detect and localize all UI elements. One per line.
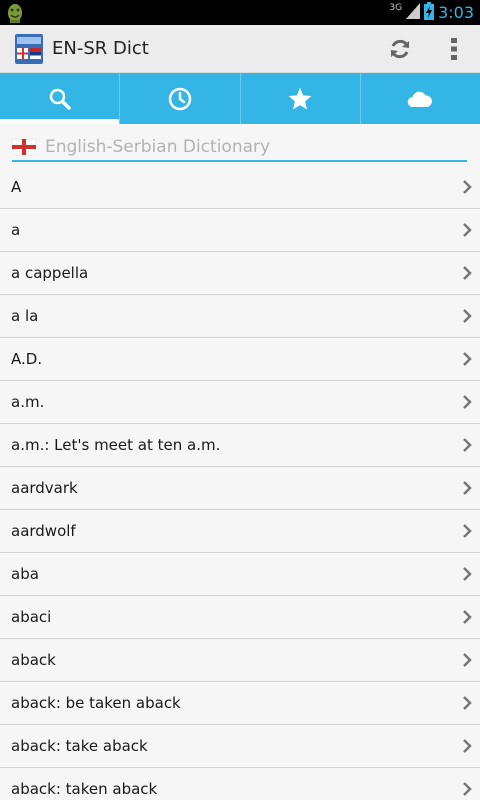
uk-flag-icon <box>11 138 37 156</box>
chevron-right-icon <box>463 309 472 323</box>
word-label: A.D. <box>11 350 43 368</box>
clock: 3:03 <box>438 3 474 22</box>
chevron-right-icon <box>463 696 472 710</box>
tab-history[interactable] <box>120 73 241 124</box>
cloud-icon <box>408 91 433 107</box>
word-label: aardwolf <box>11 522 76 540</box>
refresh-icon <box>391 39 409 59</box>
app-title: EN-SR Dict <box>52 38 149 59</box>
star-icon <box>288 87 312 110</box>
chevron-right-icon <box>463 438 472 452</box>
list-item[interactable]: aback: take aback <box>0 725 480 768</box>
search-field[interactable] <box>11 134 467 162</box>
word-label: aback <box>11 651 56 669</box>
chevron-right-icon <box>463 653 472 667</box>
chevron-right-icon <box>463 739 472 753</box>
chevron-right-icon <box>463 266 472 280</box>
list-item[interactable]: aback: taken aback <box>0 768 480 800</box>
list-item[interactable]: a la <box>0 295 480 338</box>
tab-search[interactable] <box>0 73 121 124</box>
word-label: A <box>11 178 22 196</box>
list-item[interactable]: aardvark <box>0 467 480 510</box>
android-notification-icon <box>6 2 24 23</box>
word-label: a.m. <box>11 393 45 411</box>
list-item[interactable]: A.D. <box>0 338 480 381</box>
chevron-right-icon <box>463 180 472 194</box>
word-label: aardvark <box>11 479 78 497</box>
word-label: aback: taken aback <box>11 780 158 798</box>
refresh-button[interactable] <box>372 25 428 73</box>
status-icons: 3G 3:03 <box>389 0 474 25</box>
tab-bar <box>0 73 480 124</box>
word-label: a.m.: Let's meet at ten a.m. <box>11 436 221 454</box>
word-label: aback: be taken aback <box>11 694 181 712</box>
tab-cloud[interactable] <box>361 73 480 124</box>
battery-charging-icon <box>424 1 435 24</box>
chevron-right-icon <box>463 524 472 538</box>
word-list: A a a cappella a la A.D. a.m. a.m.: Let'… <box>0 166 480 800</box>
chevron-right-icon <box>463 481 472 495</box>
word-label: aba <box>11 565 39 583</box>
word-label: abaci <box>11 608 52 626</box>
list-item[interactable]: abaci <box>0 596 480 639</box>
clock-icon <box>168 87 192 110</box>
word-label: a cappella <box>11 264 89 282</box>
list-item[interactable]: aback: be taken aback <box>0 682 480 725</box>
list-item[interactable]: A <box>0 166 480 209</box>
list-item[interactable]: a.m. <box>0 381 480 424</box>
chevron-right-icon <box>463 567 472 581</box>
chevron-right-icon <box>463 610 472 624</box>
word-label: aback: take aback <box>11 737 148 755</box>
signal-icon <box>406 2 421 23</box>
search-icon <box>49 88 71 110</box>
list-item[interactable]: aba <box>0 553 480 596</box>
tab-favorites[interactable] <box>241 73 361 124</box>
list-item[interactable]: aardwolf <box>0 510 480 553</box>
chevron-right-icon <box>463 782 472 796</box>
overflow-menu-button[interactable] <box>428 25 480 73</box>
list-item[interactable]: aback <box>0 639 480 682</box>
list-item[interactable]: a.m.: Let's meet at ten a.m. <box>0 424 480 467</box>
status-bar: 3G 3:03 <box>0 0 480 25</box>
search-input[interactable] <box>45 137 445 157</box>
list-item[interactable]: a <box>0 209 480 252</box>
more-vert-icon <box>451 38 457 60</box>
chevron-right-icon <box>463 395 472 409</box>
search-area <box>0 124 480 166</box>
word-label: a <box>11 221 21 239</box>
word-label: a la <box>11 307 39 325</box>
action-bar: EN-SR Dict <box>0 25 480 73</box>
chevron-right-icon <box>463 223 472 237</box>
network-type: 3G <box>389 2 403 13</box>
list-item[interactable]: a cappella <box>0 252 480 295</box>
chevron-right-icon <box>463 352 472 366</box>
app-logo-icon <box>15 33 43 64</box>
